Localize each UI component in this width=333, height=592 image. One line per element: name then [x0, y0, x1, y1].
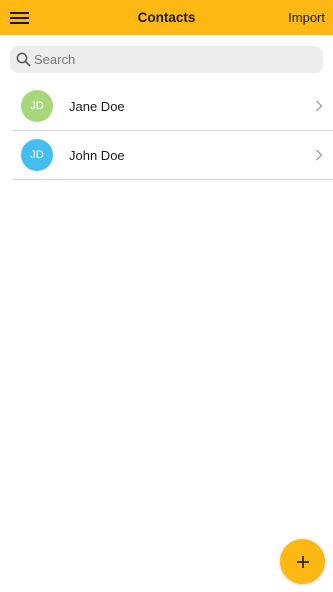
avatar: JD [21, 139, 53, 171]
contact-name: John Doe [69, 148, 125, 163]
chevron-right-icon [316, 100, 323, 112]
import-button[interactable]: Import [288, 10, 325, 25]
contact-name: Jane Doe [69, 99, 125, 114]
add-contact-button[interactable] [280, 539, 325, 584]
contact-row-jane-doe[interactable]: JD Jane Doe [12, 82, 333, 131]
search-bar[interactable] [10, 46, 323, 73]
contacts-list: JD Jane Doe JD John Doe [12, 82, 333, 180]
chevron-right-icon [316, 149, 323, 161]
avatar: JD [21, 90, 53, 122]
search-input[interactable] [34, 46, 314, 73]
page-title: Contacts [137, 10, 196, 25]
contact-row-john-doe[interactable]: JD John Doe [12, 131, 333, 180]
search-icon [16, 52, 31, 67]
plus-icon [296, 555, 309, 568]
app-header: Contacts Import [0, 0, 333, 35]
